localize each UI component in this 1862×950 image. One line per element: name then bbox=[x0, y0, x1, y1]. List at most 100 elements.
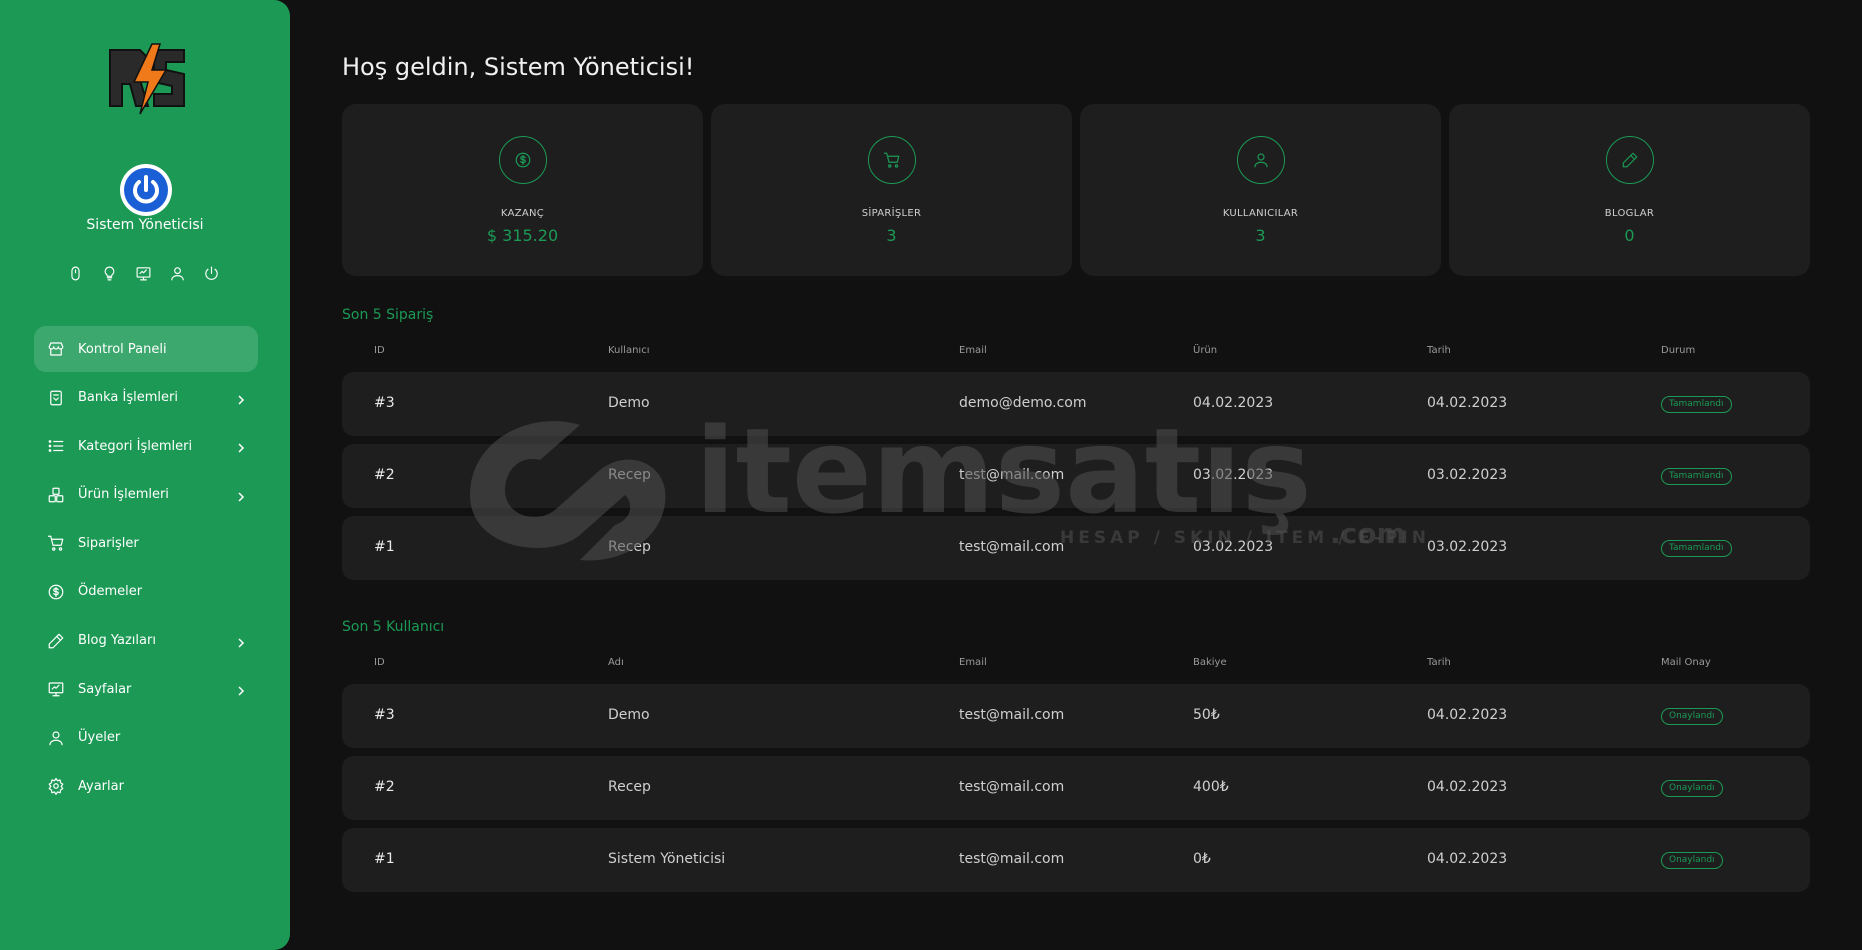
sidebar-item-label: Ayarlar bbox=[78, 778, 124, 794]
chevron-right-icon bbox=[236, 488, 246, 502]
chevron-right-icon bbox=[236, 682, 246, 696]
sidebar: Sistem Yöneticisi Kontrol Paneli Banka İ… bbox=[0, 0, 290, 950]
list-icon bbox=[46, 436, 66, 456]
stat-value: 3 bbox=[1255, 226, 1266, 245]
column-header: Adı bbox=[608, 657, 624, 668]
order-email: test@mail.com bbox=[959, 467, 1065, 483]
order-user: Recep bbox=[608, 539, 651, 555]
sidebar-item-urun-islemleri[interactable]: Ürün İşlemleri bbox=[34, 472, 258, 518]
brand-logo[interactable] bbox=[104, 40, 192, 118]
power-icon[interactable] bbox=[202, 264, 220, 282]
table-row[interactable]: #2 Recep test@mail.com 03.02.2023 03.02.… bbox=[342, 444, 1810, 508]
sidebar-item-label: Kontrol Paneli bbox=[78, 341, 167, 357]
stat-card-kullanicilar: KULLANICILAR 3 bbox=[1080, 104, 1441, 276]
column-header: Bakiye bbox=[1193, 657, 1227, 668]
user-balance: 50₺ bbox=[1193, 707, 1220, 723]
stats-cards: KAZANÇ $ 315.20 SİPARİŞLER 3 KULLANICILA… bbox=[342, 104, 1810, 276]
chevron-right-icon bbox=[236, 439, 246, 453]
sidebar-item-label: Siparişler bbox=[78, 535, 139, 551]
stat-label: SİPARİŞLER bbox=[861, 208, 922, 219]
order-date: 04.02.2023 bbox=[1427, 395, 1508, 411]
user-name-cell: Recep bbox=[608, 779, 651, 795]
sidebar-item-kategori-islemleri[interactable]: Kategori İşlemleri bbox=[34, 423, 258, 469]
dollar-icon bbox=[498, 136, 547, 184]
sidebar-menu: Kontrol Paneli Banka İşlemleri Kategori … bbox=[34, 326, 258, 812]
gear-icon bbox=[46, 776, 66, 796]
sidebar-item-banka-islemleri[interactable]: Banka İşlemleri bbox=[34, 375, 258, 421]
avatar[interactable] bbox=[120, 164, 172, 216]
column-header: Ürün bbox=[1193, 345, 1218, 356]
lightbulb-icon[interactable] bbox=[100, 264, 118, 282]
pencil-icon bbox=[1605, 136, 1654, 184]
user-id: #2 bbox=[374, 779, 395, 795]
order-date: 03.02.2023 bbox=[1427, 539, 1508, 555]
page-title: Hoş geldin, Sistem Yöneticisi! bbox=[342, 53, 695, 81]
user-date: 04.02.2023 bbox=[1427, 707, 1508, 723]
user-email: test@mail.com bbox=[959, 851, 1065, 867]
sidebar-item-kontrol-paneli[interactable]: Kontrol Paneli bbox=[34, 326, 258, 372]
column-header: Mail Onay bbox=[1661, 657, 1711, 668]
sidebar-item-label: Blog Yazıları bbox=[78, 633, 156, 649]
user-email: test@mail.com bbox=[959, 779, 1065, 795]
order-user: Recep bbox=[608, 467, 651, 483]
table-row[interactable]: #3 Demo demo@demo.com 04.02.2023 04.02.2… bbox=[342, 372, 1810, 436]
users-table-header: ID Adı Email Bakiye Tarih Mail Onay bbox=[342, 657, 1810, 673]
order-email: demo@demo.com bbox=[959, 395, 1087, 411]
sidebar-item-blog-yazilari[interactable]: Blog Yazıları bbox=[34, 618, 258, 664]
sidebar-item-uyeler[interactable]: Üyeler bbox=[34, 715, 258, 761]
stat-card-bloglar: BLOGLAR 0 bbox=[1449, 104, 1810, 276]
column-header: Durum bbox=[1661, 345, 1696, 356]
table-row[interactable]: #1 Sistem Yöneticisi test@mail.com 0₺ 04… bbox=[342, 828, 1810, 892]
mouse-icon[interactable] bbox=[66, 264, 84, 282]
order-user: Demo bbox=[608, 395, 650, 411]
bank-icon bbox=[46, 388, 66, 408]
table-row[interactable]: #1 Recep test@mail.com 03.02.2023 03.02.… bbox=[342, 516, 1810, 580]
column-header: Email bbox=[959, 657, 987, 668]
stat-card-kazanc: KAZANÇ $ 315.20 bbox=[342, 104, 703, 276]
table-row[interactable]: #2 Recep test@mail.com 400₺ 04.02.2023 O… bbox=[342, 756, 1810, 820]
stat-value: $ 315.20 bbox=[486, 226, 559, 245]
users-section-title: Son 5 Kullanıcı bbox=[342, 619, 445, 635]
status-badge: Onaylandı bbox=[1661, 852, 1723, 869]
stat-value: 0 bbox=[1624, 226, 1635, 245]
pencil-icon bbox=[46, 631, 66, 651]
user-date: 04.02.2023 bbox=[1427, 851, 1508, 867]
sidebar-item-sayfalar[interactable]: Sayfalar bbox=[34, 666, 258, 712]
order-product: 04.02.2023 bbox=[1193, 395, 1274, 411]
sidebar-item-label: Banka İşlemleri bbox=[78, 390, 178, 406]
column-header: Tarih bbox=[1427, 657, 1451, 668]
chevron-right-icon bbox=[236, 391, 246, 405]
order-id: #1 bbox=[374, 539, 395, 555]
user-id: #3 bbox=[374, 707, 395, 723]
status-badge: Tamamlandı bbox=[1661, 396, 1732, 413]
table-row[interactable]: #3 Demo test@mail.com 50₺ 04.02.2023 Ona… bbox=[342, 684, 1810, 748]
user-date: 04.02.2023 bbox=[1427, 779, 1508, 795]
status-badge: Tamamlandı bbox=[1661, 468, 1732, 485]
boxes-icon bbox=[46, 485, 66, 505]
stat-card-siparisler: SİPARİŞLER 3 bbox=[711, 104, 1072, 276]
order-id: #3 bbox=[374, 395, 395, 411]
column-header: Kullanıcı bbox=[608, 345, 650, 356]
status-badge: Onaylandı bbox=[1661, 708, 1723, 725]
sidebar-item-ayarlar[interactable]: Ayarlar bbox=[34, 763, 258, 809]
orders-section-title: Son 5 Sipariş bbox=[342, 307, 434, 323]
column-header: Tarih bbox=[1427, 345, 1451, 356]
order-product: 03.02.2023 bbox=[1193, 467, 1274, 483]
cart-icon bbox=[46, 533, 66, 553]
user-icon[interactable] bbox=[168, 264, 186, 282]
sidebar-item-label: Ödemeler bbox=[78, 584, 143, 600]
store-icon bbox=[46, 339, 66, 359]
user-name-cell: Demo bbox=[608, 707, 650, 723]
quick-actions bbox=[66, 264, 220, 282]
user-id: #1 bbox=[374, 851, 395, 867]
user-icon bbox=[1236, 136, 1285, 184]
sidebar-item-siparisler[interactable]: Siparişler bbox=[34, 520, 258, 566]
user-balance: 0₺ bbox=[1193, 851, 1211, 867]
dollar-icon bbox=[46, 582, 66, 602]
sidebar-item-odemeler[interactable]: Ödemeler bbox=[34, 569, 258, 615]
stat-label: BLOGLAR bbox=[1604, 208, 1655, 219]
monitor-icon[interactable] bbox=[134, 264, 152, 282]
column-header: Email bbox=[959, 345, 987, 356]
user-name: Sistem Yöneticisi bbox=[86, 217, 204, 233]
status-badge: Onaylandı bbox=[1661, 780, 1723, 797]
